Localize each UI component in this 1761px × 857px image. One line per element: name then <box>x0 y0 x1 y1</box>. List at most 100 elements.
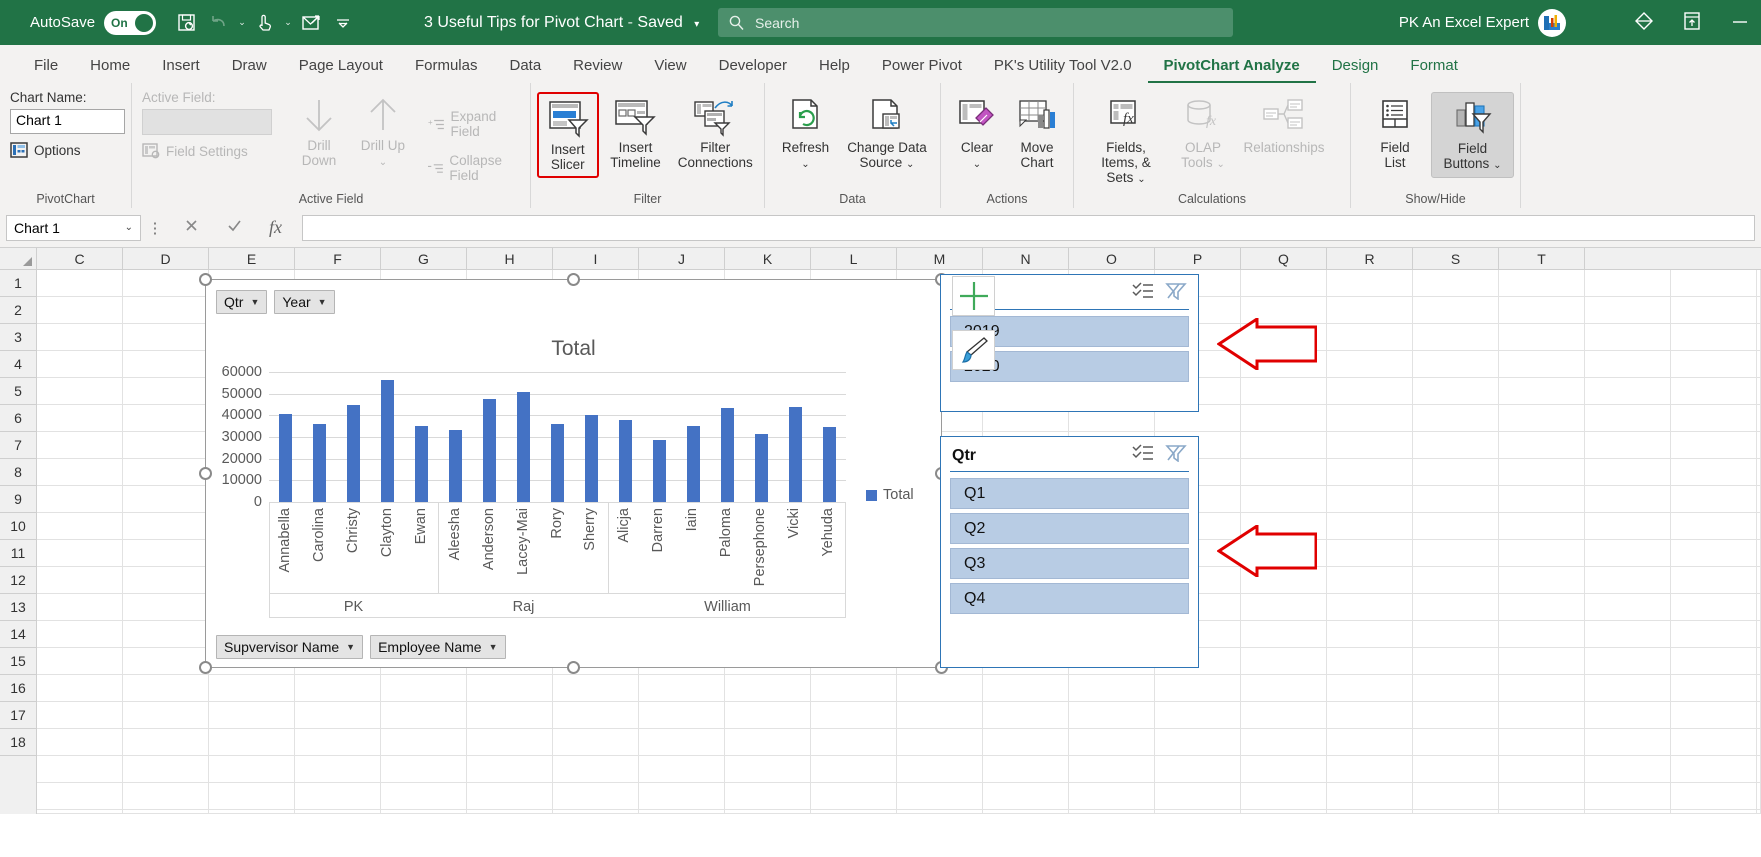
column-header-F[interactable]: F <box>295 248 381 269</box>
chart-legend[interactable]: Total <box>866 487 914 503</box>
tab-page-layout[interactable]: Page Layout <box>283 49 399 83</box>
tab-home[interactable]: Home <box>74 49 146 83</box>
bar-ewan[interactable] <box>415 426 428 502</box>
multi-select-icon[interactable] <box>1132 444 1154 467</box>
row-header-12[interactable]: 12 <box>0 567 36 594</box>
insert-slicer-button[interactable]: Insert Slicer <box>537 92 599 178</box>
column-header-N[interactable]: N <box>983 248 1069 269</box>
row-header-18[interactable]: 18 <box>0 729 36 756</box>
column-header-S[interactable]: S <box>1413 248 1499 269</box>
row-header-2[interactable]: 2 <box>0 297 36 324</box>
row-header-15[interactable]: 15 <box>0 648 36 675</box>
multi-select-icon[interactable] <box>1132 282 1154 305</box>
save-icon[interactable] <box>172 8 202 38</box>
minimize-window-icon[interactable] <box>1729 10 1751 36</box>
bar-persephone[interactable] <box>755 434 768 502</box>
chart-field-button-employee-name[interactable]: Employee Name ▼ <box>370 635 505 659</box>
tab-help[interactable]: Help <box>803 49 866 83</box>
email-icon[interactable] <box>296 8 326 38</box>
insert-function-icon[interactable]: fx <box>269 217 282 238</box>
user-account[interactable]: PK An Excel Expert <box>1399 9 1566 37</box>
column-header-P[interactable]: P <box>1155 248 1241 269</box>
formula-bar-handle[interactable]: ⋮ <box>141 219 169 237</box>
row-header-3[interactable]: 3 <box>0 324 36 351</box>
undo-caret-icon[interactable]: ⌄ <box>236 17 248 28</box>
row-header-8[interactable]: 8 <box>0 459 36 486</box>
row-header-7[interactable]: 7 <box>0 432 36 459</box>
tab-developer[interactable]: Developer <box>703 49 803 83</box>
ribbon-display-options-icon[interactable] <box>1633 10 1655 36</box>
bar-iain[interactable] <box>687 426 700 502</box>
active-field-input[interactable] <box>142 109 272 135</box>
bar-alicja[interactable] <box>619 420 632 502</box>
tab-pivotchart-analyze[interactable]: PivotChart Analyze <box>1148 49 1316 83</box>
column-header-K[interactable]: K <box>725 248 811 269</box>
name-box-caret-icon[interactable]: ⌄ <box>125 222 133 233</box>
slicer-item-q1[interactable]: Q1 <box>950 478 1189 509</box>
title-dropdown-icon[interactable]: ▾ <box>694 19 699 30</box>
field-list-button[interactable]: Field List <box>1365 92 1425 174</box>
clear-button[interactable]: Clear⌄ <box>947 92 1007 176</box>
avatar[interactable] <box>1538 9 1566 37</box>
row-header-10[interactable]: 10 <box>0 513 36 540</box>
column-header-M[interactable]: M <box>897 248 983 269</box>
row-header-11[interactable]: 11 <box>0 540 36 567</box>
tab-draw[interactable]: Draw <box>216 49 283 83</box>
undo-icon[interactable] <box>204 8 234 38</box>
autosave-toggle[interactable]: On <box>104 11 156 35</box>
tab-format[interactable]: Format <box>1394 49 1474 83</box>
touch-mode-caret-icon[interactable]: ⌄ <box>282 17 294 28</box>
filter-connections-button[interactable]: Filter Connections <box>672 92 758 174</box>
bar-sherry[interactable] <box>585 415 598 502</box>
enter-icon[interactable] <box>226 217 243 239</box>
chart-field-button-year[interactable]: Year ▼ <box>274 290 334 314</box>
tab-insert[interactable]: Insert <box>146 49 216 83</box>
options-button[interactable]: Options <box>10 138 85 162</box>
row-header-4[interactable]: 4 <box>0 351 36 378</box>
restore-window-icon[interactable] <box>1681 10 1703 36</box>
chart-title[interactable]: Total <box>206 337 941 361</box>
slicer-item-q3[interactable]: Q3 <box>950 548 1189 579</box>
tab-design[interactable]: Design <box>1316 49 1395 83</box>
chart-field-button-supervisor-name[interactable]: Supvervisor Name ▼ <box>216 635 363 659</box>
column-header-Q[interactable]: Q <box>1241 248 1327 269</box>
bar-carolina[interactable] <box>313 424 326 502</box>
touch-mode-icon[interactable] <box>250 8 280 38</box>
column-header-R[interactable]: R <box>1327 248 1413 269</box>
bar-lacey-mai[interactable] <box>517 392 530 502</box>
row-header-9[interactable]: 9 <box>0 486 36 513</box>
bar-darren[interactable] <box>653 440 666 502</box>
grid-cells[interactable]: Qtr ▼ Year ▼ Total <box>37 270 1761 814</box>
bar-anderson[interactable] <box>483 399 496 502</box>
move-chart-button[interactable]: Move Chart <box>1007 92 1067 174</box>
column-header-C[interactable]: C <box>37 248 123 269</box>
row-header-14[interactable]: 14 <box>0 621 36 648</box>
bar-christy[interactable] <box>347 405 360 502</box>
column-header-G[interactable]: G <box>381 248 467 269</box>
row-header-6[interactable]: 6 <box>0 405 36 432</box>
tab-power-pivot[interactable]: Power Pivot <box>866 49 978 83</box>
tab-file[interactable]: File <box>18 49 74 83</box>
chart-name-input[interactable]: Chart 1 <box>10 109 125 134</box>
column-header-J[interactable]: J <box>639 248 725 269</box>
resize-handle-bottom-left[interactable] <box>199 661 212 674</box>
column-header-I[interactable]: I <box>553 248 639 269</box>
change-data-source-button[interactable]: Change Data Source ⌄ <box>840 92 934 176</box>
tab-view[interactable]: View <box>638 49 702 83</box>
name-box[interactable]: Chart 1 ⌄ <box>6 215 141 241</box>
resize-handle-top-left[interactable] <box>199 273 212 286</box>
bar-vicki[interactable] <box>789 407 802 502</box>
column-header-T[interactable]: T <box>1499 248 1585 269</box>
column-header-O[interactable]: O <box>1069 248 1155 269</box>
bar-annabella[interactable] <box>279 414 292 502</box>
tab-formulas[interactable]: Formulas <box>399 49 494 83</box>
tab-review[interactable]: Review <box>557 49 638 83</box>
customize-qat-icon[interactable] <box>328 8 358 38</box>
cancel-icon[interactable] <box>183 217 200 239</box>
slicer-item-q4[interactable]: Q4 <box>950 583 1189 614</box>
row-header-16[interactable]: 16 <box>0 675 36 702</box>
field-buttons-button[interactable]: Field Buttons ⌄ <box>1431 92 1514 178</box>
bar-clayton[interactable] <box>381 380 394 502</box>
column-header-D[interactable]: D <box>123 248 209 269</box>
resize-handle-top-center[interactable] <box>567 273 580 286</box>
